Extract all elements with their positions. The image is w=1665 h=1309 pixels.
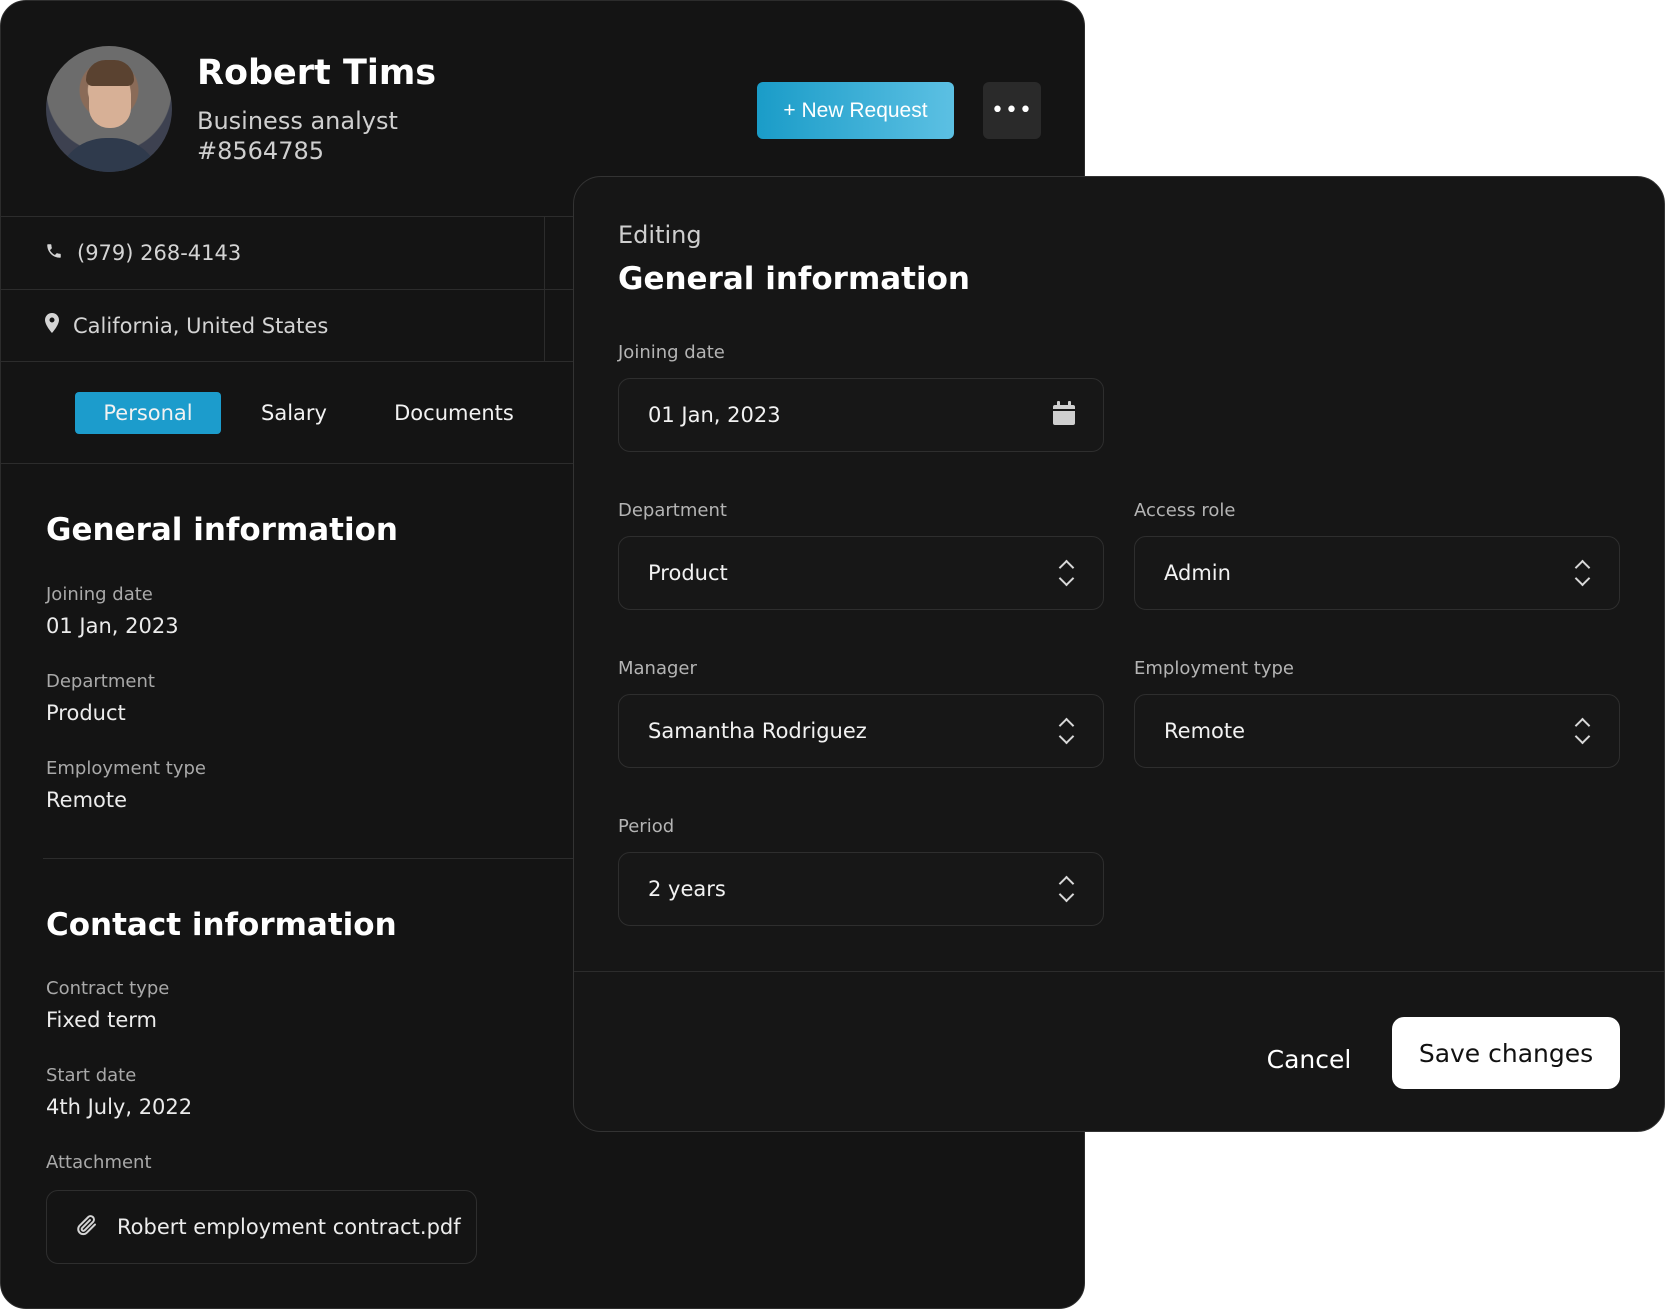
joining-date-value: 01 Jan, 2023	[46, 614, 179, 638]
access-role-select-value: Admin	[1164, 561, 1231, 585]
contact-info-title: Contact information	[46, 907, 397, 943]
attachment-filename: Robert employment contract.pdf	[117, 1215, 461, 1239]
department-select[interactable]: Product	[618, 536, 1104, 610]
chevron-up-down-icon	[1573, 716, 1591, 746]
manager-select-value: Samantha Rodriguez	[648, 719, 867, 743]
tab-personal[interactable]: Personal	[75, 392, 221, 434]
paperclip-icon	[75, 1213, 99, 1242]
cancel-button[interactable]: Cancel	[1264, 1039, 1354, 1079]
employment-type-select[interactable]: Remote	[1134, 694, 1620, 768]
period-label: Period	[618, 816, 675, 837]
tab-documents[interactable]: Documents	[367, 392, 541, 434]
chevron-up-down-icon	[1573, 558, 1591, 588]
manager-select[interactable]: Samantha Rodriguez	[618, 694, 1104, 768]
employment-type-label: Employment type	[1134, 658, 1295, 679]
employee-name: Robert Tims	[197, 53, 437, 93]
phone-icon	[45, 241, 63, 265]
modal-divider	[574, 971, 1664, 972]
profile-tabs: Personal Salary Documents	[75, 392, 541, 434]
editing-label: Editing	[618, 221, 702, 249]
department-label: Department	[618, 500, 727, 521]
location-text: California, United States	[73, 313, 329, 338]
phone-number: (979) 268-4143	[77, 241, 242, 265]
joining-date-input[interactable]: 01 Jan, 2023	[618, 378, 1104, 452]
new-request-button[interactable]: + New Request	[757, 82, 954, 139]
location-row: California, United States	[45, 313, 328, 338]
access-role-select[interactable]: Admin	[1134, 536, 1620, 610]
period-select[interactable]: 2 years	[618, 852, 1104, 926]
joining-date-input-value: 01 Jan, 2023	[648, 403, 781, 427]
attachment-file[interactable]: Robert employment contract.pdf	[46, 1190, 477, 1264]
chevron-up-down-icon	[1057, 716, 1075, 746]
divider	[1, 361, 574, 362]
chevron-up-down-icon	[1057, 558, 1075, 588]
phone-row: (979) 268-4143	[45, 241, 241, 265]
employment-type-value: Remote	[46, 788, 128, 812]
calendar-icon[interactable]	[1053, 400, 1075, 430]
chevron-up-down-icon	[1057, 874, 1075, 904]
joining-date-label: Joining date	[618, 342, 725, 363]
employment-type-select-value: Remote	[1164, 719, 1246, 743]
divider	[43, 858, 574, 859]
contract-type-label: Contract type	[46, 978, 170, 999]
access-role-label: Access role	[1134, 500, 1236, 521]
employee-role: Business analyst	[197, 107, 398, 135]
modal-title: General information	[618, 261, 970, 297]
start-date-value: 4th July, 2022	[46, 1095, 193, 1119]
department-value: Product	[46, 701, 126, 725]
employee-id: #8564785	[197, 137, 324, 165]
more-options-button[interactable]: •••	[983, 82, 1041, 139]
edit-modal: Editing General information Joining date…	[573, 176, 1665, 1132]
period-select-value: 2 years	[648, 877, 726, 901]
more-dots-icon: •••	[991, 98, 1033, 123]
tab-salary[interactable]: Salary	[221, 392, 367, 434]
employment-type-label: Employment type	[46, 758, 207, 779]
avatar	[46, 46, 172, 172]
divider	[1, 289, 574, 290]
start-date-label: Start date	[46, 1065, 137, 1086]
save-changes-button[interactable]: Save changes	[1392, 1017, 1620, 1089]
department-select-value: Product	[648, 561, 728, 585]
location-pin-icon	[45, 313, 59, 338]
general-info-title: General information	[46, 512, 398, 548]
divider	[1, 463, 574, 464]
divider	[544, 217, 545, 361]
department-label: Department	[46, 671, 155, 692]
attachment-label: Attachment	[46, 1152, 152, 1173]
contract-type-value: Fixed term	[46, 1008, 157, 1032]
manager-label: Manager	[618, 658, 697, 679]
divider	[1, 216, 574, 217]
joining-date-label: Joining date	[46, 584, 153, 605]
